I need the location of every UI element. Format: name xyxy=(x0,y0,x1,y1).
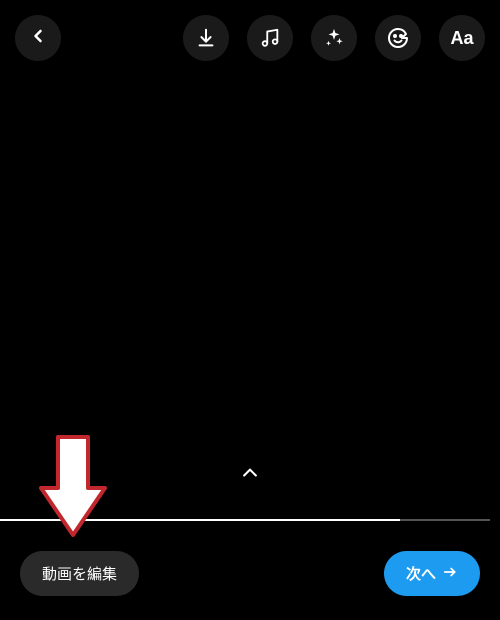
bottom-bar: 動画を編集 次へ xyxy=(0,551,500,596)
download-button[interactable] xyxy=(183,15,229,61)
back-button[interactable] xyxy=(15,15,61,61)
sticker-button[interactable] xyxy=(375,15,421,61)
timeline-remaining xyxy=(400,519,490,521)
sparkle-icon xyxy=(323,27,345,49)
next-button[interactable]: 次へ xyxy=(384,551,480,596)
back-chevron-icon xyxy=(28,26,48,51)
text-tool-icon: Aa xyxy=(450,29,473,47)
arrow-right-icon xyxy=(442,565,458,583)
next-label: 次へ xyxy=(406,563,436,584)
tutorial-arrow-icon xyxy=(33,433,113,548)
download-icon xyxy=(195,27,217,49)
music-button[interactable] xyxy=(247,15,293,61)
sticker-smiley-icon xyxy=(386,26,410,50)
timeline-progress xyxy=(0,519,400,521)
expand-panel-button[interactable] xyxy=(0,463,500,488)
effects-button[interactable] xyxy=(311,15,357,61)
text-button[interactable]: Aa xyxy=(439,15,485,61)
tool-group: Aa xyxy=(183,15,485,61)
edit-video-button[interactable]: 動画を編集 xyxy=(20,551,139,596)
top-toolbar: Aa xyxy=(0,15,500,61)
edit-video-label: 動画を編集 xyxy=(42,566,117,583)
music-note-icon xyxy=(259,27,281,49)
timeline-track[interactable] xyxy=(0,519,500,521)
chevron-up-icon xyxy=(234,463,266,488)
